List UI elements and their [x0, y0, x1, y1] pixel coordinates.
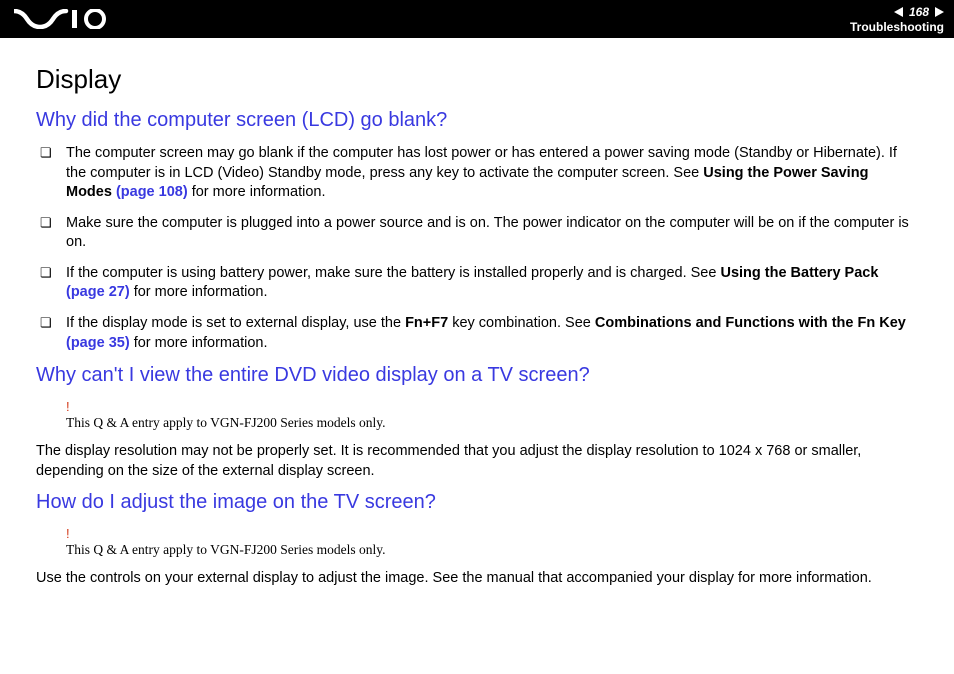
vaio-logo-svg	[14, 9, 110, 29]
text: for more information.	[130, 335, 268, 351]
text: If the computer is using battery power, …	[66, 265, 720, 281]
page-nav: 168	[850, 5, 944, 19]
text: Make sure the computer is plugged into a…	[66, 215, 909, 251]
bold-text: Fn+F7	[405, 315, 448, 331]
list-item: If the display mode is set to external d…	[66, 314, 918, 353]
bold-text: Using the Battery Pack	[720, 265, 878, 281]
page-title: Display	[36, 64, 918, 95]
note-text: This Q & A entry apply to VGN-FJ200 Seri…	[66, 415, 386, 430]
body-paragraph: The display resolution may not be proper…	[36, 442, 918, 481]
bold-text: Combinations and Functions with the Fn K…	[595, 315, 906, 331]
body-paragraph: Use the controls on your external displa…	[36, 569, 918, 589]
page-link[interactable]: (page 35)	[66, 335, 130, 351]
warning-icon: !	[66, 399, 918, 414]
page-link[interactable]: (page 27)	[66, 284, 130, 300]
note-text: This Q & A entry apply to VGN-FJ200 Seri…	[66, 542, 386, 557]
header-right: 168 Troubleshooting	[850, 5, 944, 34]
q1-list: The computer screen may go blank if the …	[66, 144, 918, 353]
note-block: ! This Q & A entry apply to VGN-FJ200 Se…	[66, 399, 918, 432]
nav-prev-icon[interactable]	[894, 7, 903, 17]
page-number: 168	[909, 5, 929, 19]
question-heading-2: Why can't I view the entire DVD video di…	[36, 364, 918, 387]
list-item: Make sure the computer is plugged into a…	[66, 214, 918, 253]
section-label: Troubleshooting	[850, 20, 944, 34]
page-link[interactable]: (page 108)	[116, 184, 188, 200]
nav-next-icon[interactable]	[935, 7, 944, 17]
list-item: The computer screen may go blank if the …	[66, 144, 918, 203]
question-heading-3: How do I adjust the image on the TV scre…	[36, 491, 918, 514]
text: for more information.	[130, 284, 268, 300]
note-block: ! This Q & A entry apply to VGN-FJ200 Se…	[66, 526, 918, 559]
text: for more information.	[188, 184, 326, 200]
list-item: If the computer is using battery power, …	[66, 264, 918, 303]
page-header: 168 Troubleshooting	[0, 0, 954, 38]
vaio-logo	[14, 9, 110, 29]
page-content: Display Why did the computer screen (LCD…	[0, 38, 954, 619]
text: key combination. See	[448, 315, 595, 331]
text: If the display mode is set to external d…	[66, 315, 405, 331]
question-heading-1: Why did the computer screen (LCD) go bla…	[36, 109, 918, 132]
warning-icon: !	[66, 526, 918, 541]
